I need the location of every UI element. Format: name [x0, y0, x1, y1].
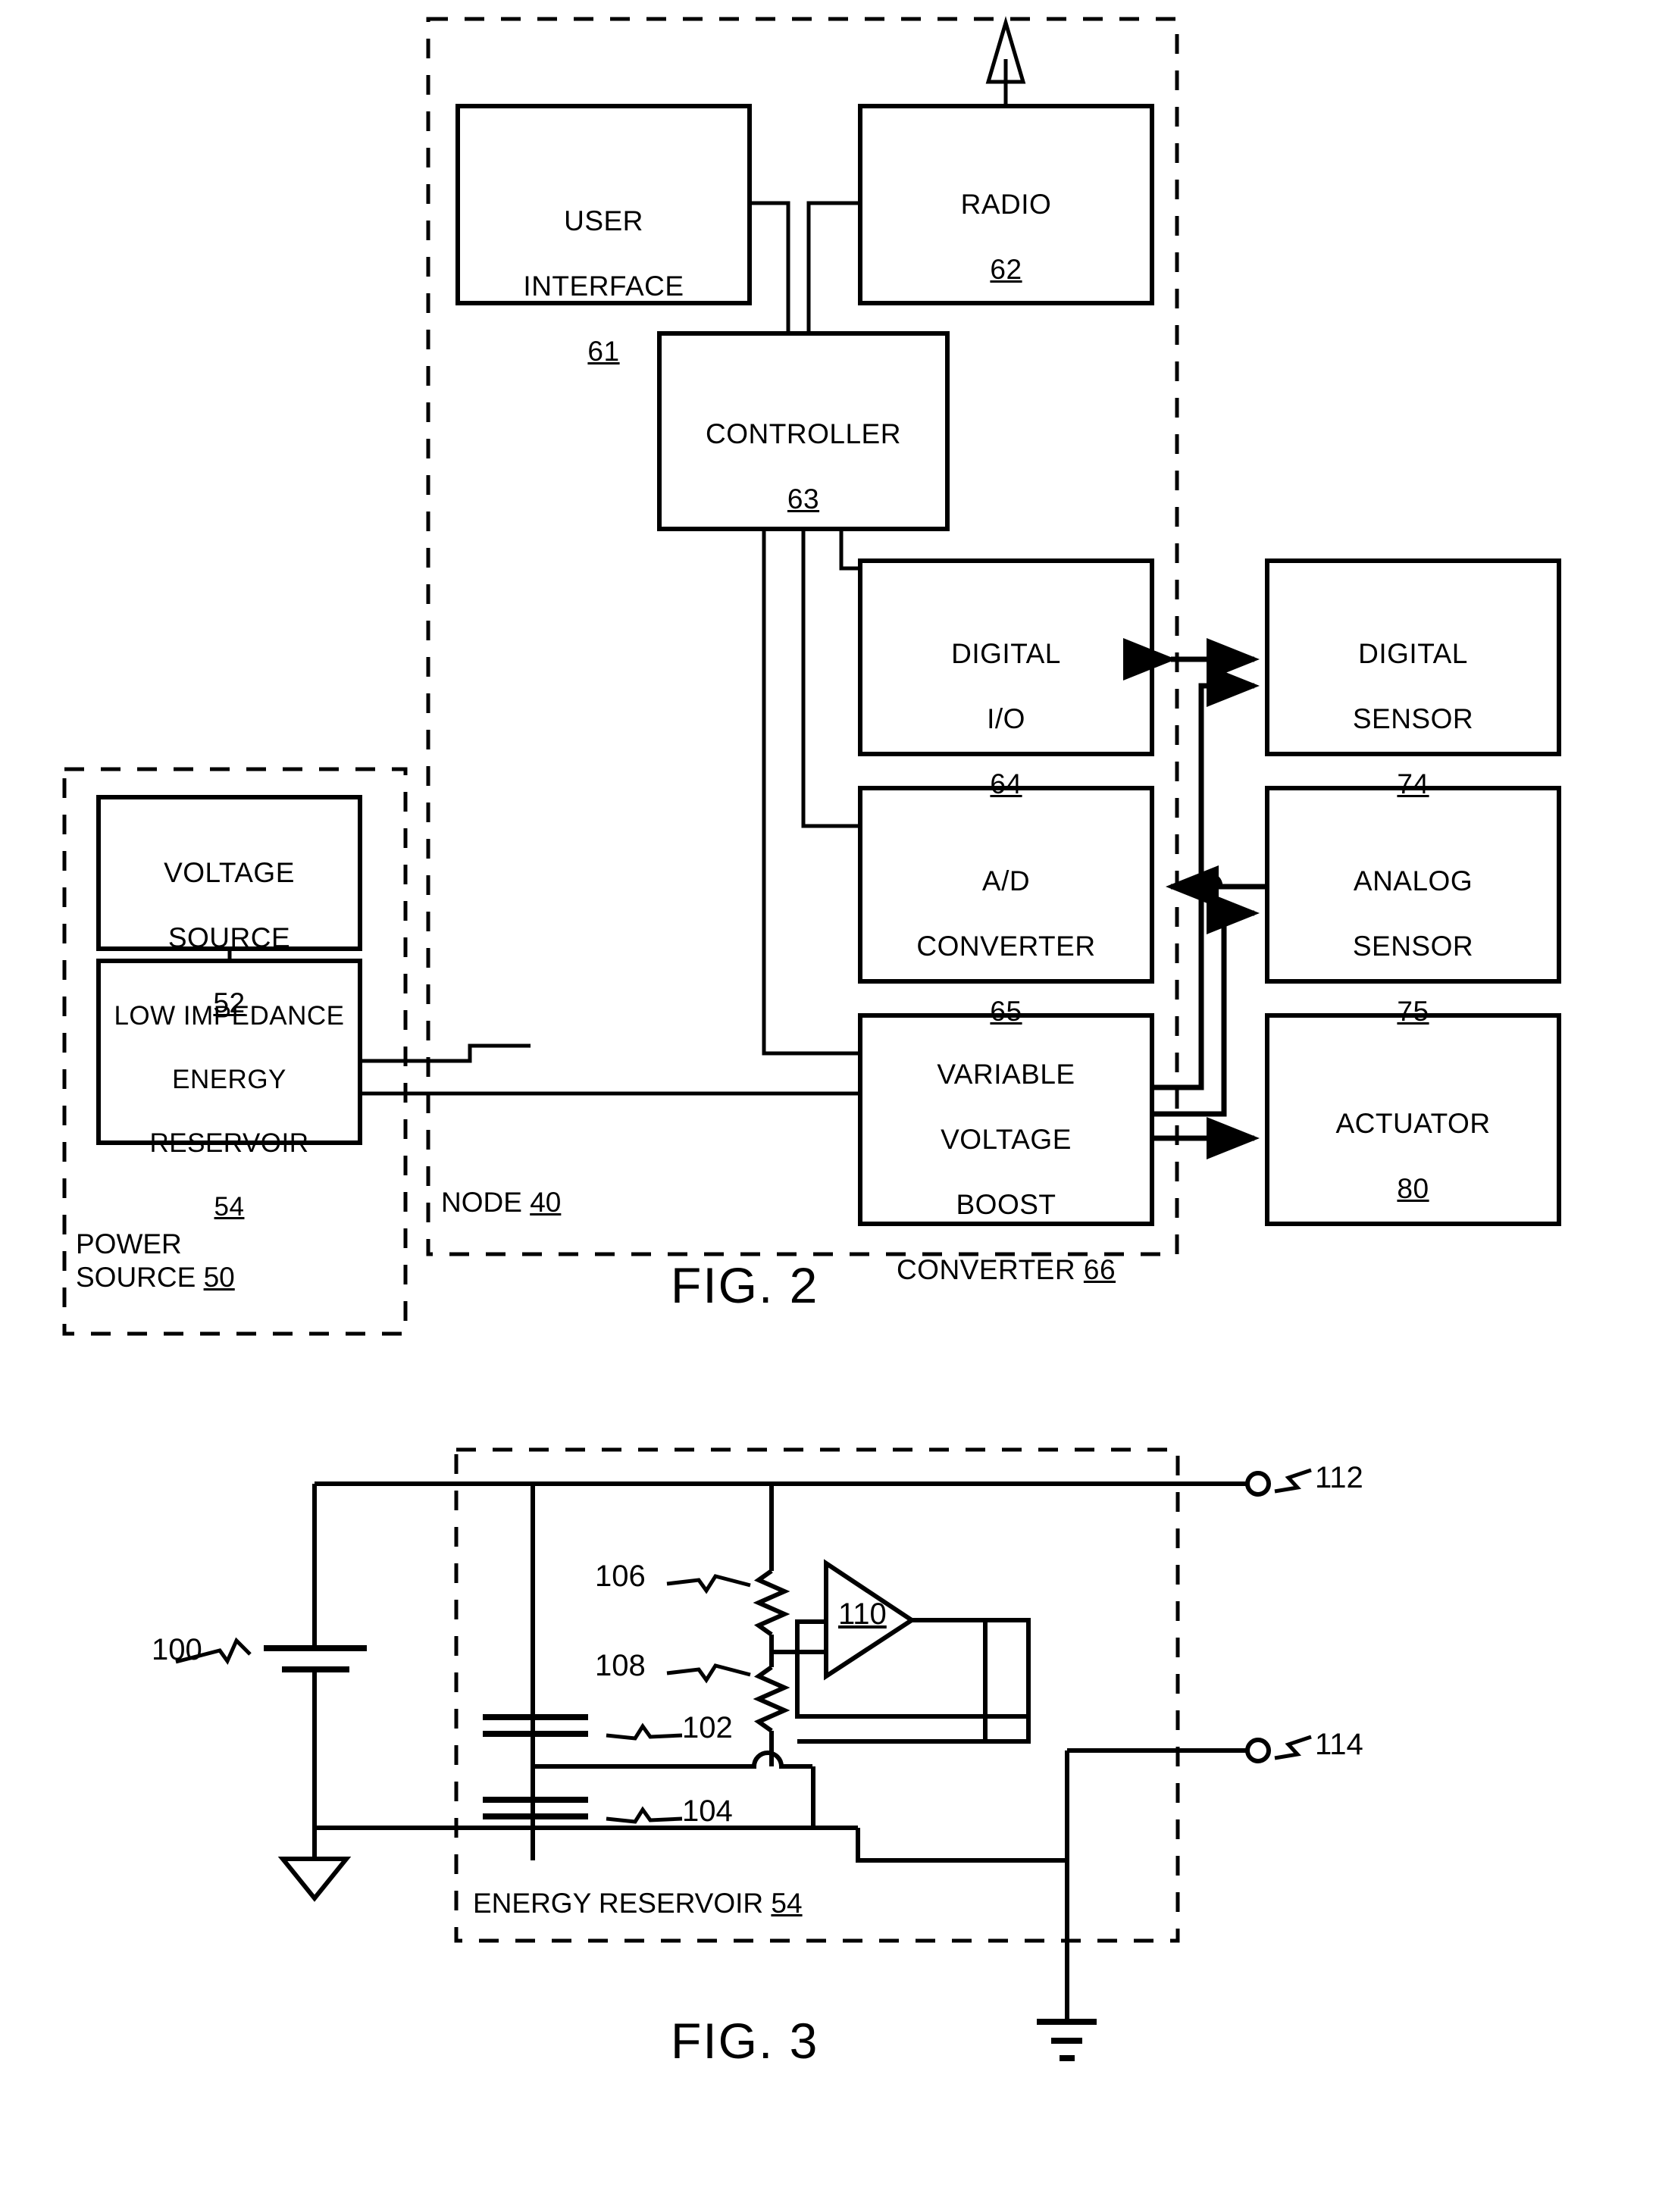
boost-converter-box: [858, 1013, 1154, 1226]
fig3-bottom-return-wire-2: [856, 1828, 1067, 1863]
fig3-reservoir-boundary: [454, 1447, 1180, 1943]
analog-sensor-box: [1265, 786, 1561, 984]
controller-box: [657, 331, 950, 531]
arrow-analog-sensor-to-ad: [1166, 865, 1267, 908]
fig3-resistor106-icon: [753, 1569, 790, 1637]
fig3-chassis-ground-icon: [277, 1857, 352, 1902]
ref-110-label: 110: [838, 1597, 887, 1631]
wire-controller-to-digital-io: [839, 529, 860, 571]
ref-100-label: 100: [152, 1633, 202, 1666]
ref-108-label: 108: [595, 1649, 646, 1682]
actuator-box: [1265, 1013, 1561, 1226]
lead-112: [1274, 1468, 1312, 1494]
ref-104-label: 104: [682, 1794, 733, 1828]
wire-reservoir-to-boost-a: [360, 1043, 531, 1063]
ad-converter-box: [858, 786, 1154, 984]
fig3-terminal-112-icon: [1245, 1471, 1271, 1497]
wire-radio-to-controller: [806, 201, 860, 333]
digital-io-box: [858, 558, 1154, 756]
power-source-ref: 50: [203, 1262, 235, 1293]
user-interface-box: [455, 104, 752, 305]
power-source-line1: POWER: [76, 1228, 182, 1259]
lead-106: [666, 1574, 751, 1594]
wire-controller-to-boost: [762, 529, 860, 1056]
power-source-50-label: POWER SOURCE 50: [76, 1228, 235, 1294]
node-40-label: NODE 40: [441, 1186, 561, 1219]
fig3-amp-minus-input-wire: [795, 1619, 1028, 1719]
power-source-line2: SOURCE: [76, 1262, 196, 1293]
fig3-amp-feedback-loop: [797, 1618, 1031, 1744]
fig3-energy-reservoir-label: ENERGY RESERVOIR 54: [473, 1887, 803, 1920]
lead-102: [606, 1722, 683, 1741]
fig3-resistor108-icon: [753, 1665, 790, 1733]
fig3-terminal-114-icon: [1245, 1738, 1271, 1763]
fig2-caption: FIG. 2: [671, 1257, 819, 1313]
fig3-enclosure-label-text: ENERGY RESERVOIR: [473, 1888, 764, 1919]
node-label-text: NODE: [441, 1187, 522, 1218]
patent-drawing-sheet: USER INTERFACE 61 RADIO 62 CONTROLLER 63…: [0, 0, 1659, 2212]
node-ref: 40: [530, 1187, 562, 1218]
ref-106-label: 106: [595, 1560, 646, 1593]
voltage-source-box: [96, 795, 362, 951]
wire-controller-to-ad: [801, 529, 860, 828]
lead-104: [606, 1806, 683, 1824]
drawing-linework: [62, 16, 1561, 2061]
ref-102-label: 102: [682, 1711, 733, 1744]
lead-114: [1274, 1735, 1312, 1760]
fig3-caption: FIG. 3: [671, 2013, 819, 2069]
ref-114-label: 114: [1315, 1728, 1363, 1761]
wire-ui-to-controller: [750, 201, 790, 333]
fig3-amp-output-wire: [912, 1618, 988, 1741]
digital-sensor-box: [1265, 558, 1561, 756]
radio-box: [858, 104, 1154, 305]
fig3-enclosure-ref: 54: [771, 1888, 803, 1919]
lead-108: [666, 1663, 751, 1684]
ref-112-label: 112: [1315, 1461, 1363, 1494]
energy-reservoir-box: [96, 959, 362, 1145]
